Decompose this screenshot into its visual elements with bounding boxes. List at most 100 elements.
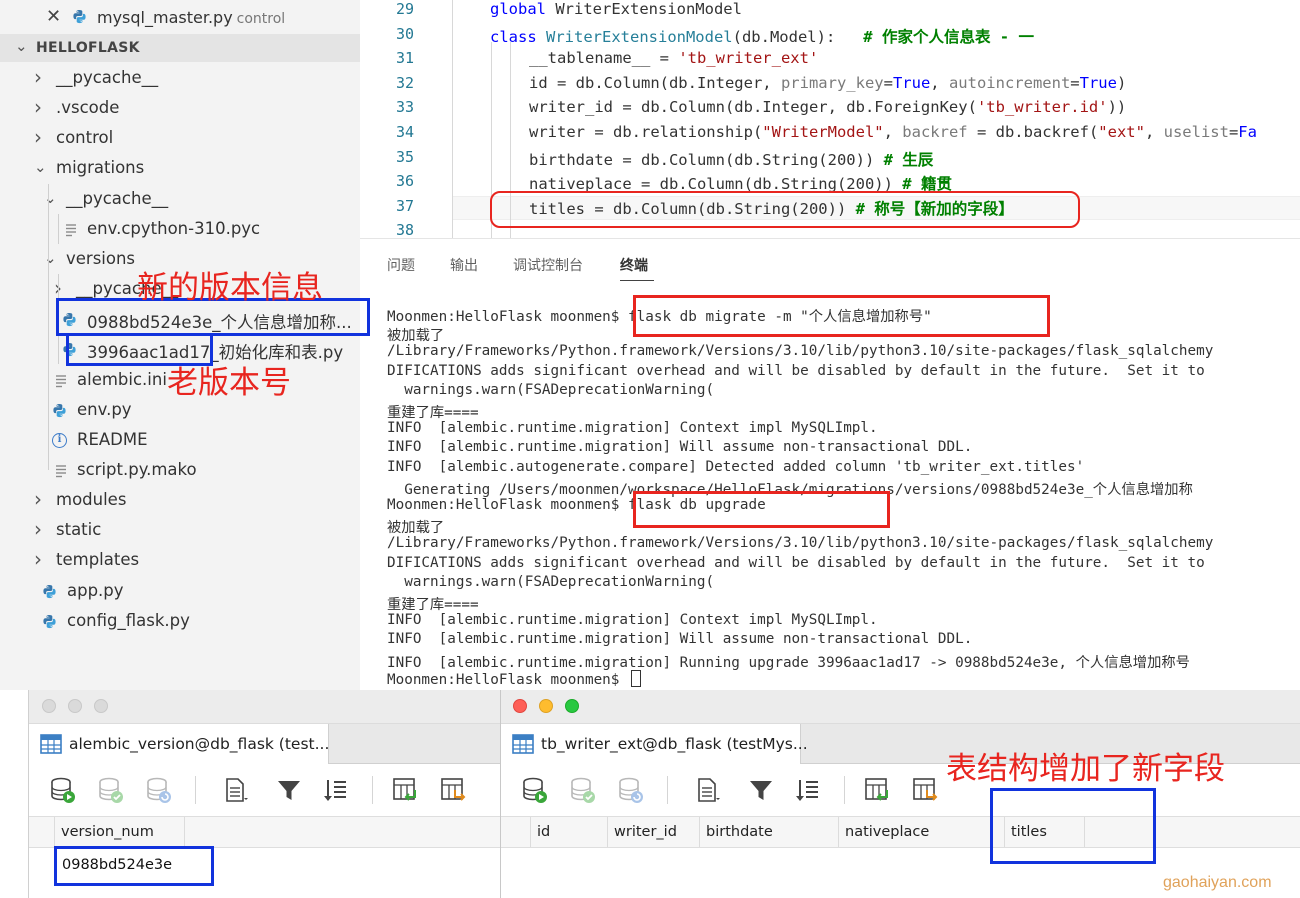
import-icon[interactable]: [391, 776, 419, 804]
tree-item-label: modules: [56, 490, 127, 510]
code-line[interactable]: 31 __tablename__ = 'tb_writer_ext': [360, 47, 1300, 72]
tree-item-label: alembic.ini: [77, 369, 167, 389]
tree-item-label: .vscode: [56, 98, 120, 118]
python-file-icon: [72, 9, 87, 24]
tab-alembic-version[interactable]: alembic_version@db_flask (test...: [29, 724, 329, 764]
code-text: __tablename__ = 'tb_writer_ext': [529, 49, 819, 68]
annotation-label-old-version: 老版本号: [167, 365, 291, 401]
tree-item[interactable]: ⌄ migrations: [0, 154, 360, 184]
close-window-button[interactable]: [513, 699, 527, 713]
column-header-id[interactable]: id: [530, 817, 608, 847]
tree-item-label: app.py: [67, 580, 124, 600]
tree-item[interactable]: config_flask.py: [0, 607, 360, 637]
chevron-down-icon: ⌄: [15, 37, 28, 55]
commit-icon[interactable]: [97, 776, 125, 804]
python-file-icon: [52, 403, 68, 419]
line-number: 38: [395, 221, 414, 238]
tab-debug-console[interactable]: 调试控制台: [513, 255, 583, 275]
refresh-icon[interactable]: [617, 776, 645, 804]
line-number: 30: [395, 24, 414, 43]
zoom-window-button[interactable]: [565, 699, 579, 713]
code-text: writer_id = db.Column(db.Integer, db.For…: [529, 98, 1127, 117]
run-query-icon[interactable]: [49, 776, 77, 804]
tree-item[interactable]: i README: [0, 426, 360, 456]
tree-item-label: script.py.mako: [77, 459, 197, 479]
column-header-nativeplace[interactable]: nativeplace: [839, 817, 1005, 847]
tree-item[interactable]: › .vscode: [0, 94, 360, 124]
annotation-label-new-field: 表结构增加了新字段: [946, 751, 1225, 787]
terminal-line: INFO [alembic.runtime.migration] Will as…: [387, 631, 973, 648]
chevron-right-icon: ›: [34, 547, 42, 572]
run-query-icon[interactable]: [521, 776, 549, 804]
python-file-icon: [42, 614, 58, 630]
close-icon[interactable]: ✕: [46, 6, 61, 27]
tree-item-label: __pycache__: [66, 188, 169, 208]
tree-item[interactable]: › templates: [0, 546, 360, 576]
terminal-line: DIFICATIONS adds significant overhead an…: [387, 554, 1205, 571]
code-line[interactable]: 33 writer_id = db.Column(db.Integer, db.F…: [360, 96, 1300, 121]
explorer-section-header[interactable]: ⌄ HELLOFLASK: [0, 34, 360, 62]
tab-problems[interactable]: 问题: [387, 255, 415, 275]
line-number: 33: [395, 98, 414, 117]
line-number: 32: [395, 73, 414, 92]
line-number: 34: [395, 123, 414, 141]
terminal-line: INFO [alembic.runtime.migration] Context…: [387, 612, 878, 629]
chevron-right-icon: ›: [34, 517, 42, 542]
export-icon[interactable]: [911, 776, 939, 804]
column-header-version-num[interactable]: version_num: [54, 817, 185, 847]
document-menu-icon[interactable]: [693, 776, 721, 804]
chevron-down-icon: ⌄: [44, 188, 57, 207]
file-icon: [55, 374, 71, 390]
column-header-writer-id[interactable]: writer_id: [608, 817, 700, 847]
tree-item[interactable]: › __pycache__: [0, 64, 360, 94]
tree-item[interactable]: app.py: [0, 577, 360, 607]
code-text: class WriterExtensionModel(db.Model): # …: [490, 27, 1034, 46]
terminal-line: INFO [alembic.runtime.migration] Context…: [387, 420, 878, 437]
annotation-new-field-code: [490, 191, 1080, 228]
tree-item[interactable]: script.py.mako: [0, 456, 360, 486]
tree-item[interactable]: › control: [0, 124, 360, 154]
zoom-window-button[interactable]: [94, 699, 108, 713]
column-header-birthdate[interactable]: birthdate: [700, 817, 839, 847]
tree-item-label: versions: [66, 248, 136, 268]
minimize-window-button[interactable]: [539, 699, 553, 713]
tree-item[interactable]: env.cpython-310.pyc: [0, 215, 360, 245]
commit-icon[interactable]: [569, 776, 597, 804]
import-icon[interactable]: [863, 776, 891, 804]
tree-item[interactable]: ⌄ __pycache__: [0, 185, 360, 215]
open-editor-label: mysql_master.py control: [97, 8, 286, 27]
watermark: gaohaiyan.com: [1163, 874, 1272, 891]
code-line[interactable]: 29 global WriterExtensionModel: [360, 0, 1300, 23]
tab-terminal[interactable]: 终端: [620, 255, 648, 275]
minimize-window-button[interactable]: [68, 699, 82, 713]
sort-icon[interactable]: [321, 776, 349, 804]
tree-item[interactable]: › modules: [0, 486, 360, 516]
table-grid-icon: [512, 734, 534, 754]
tab-title: alembic_version@db_flask (test...: [69, 735, 330, 753]
code-line[interactable]: 30 class WriterExtensionModel(db.Model): …: [360, 23, 1300, 48]
terminal-line: warnings.warn(FSADeprecationWarning(: [387, 573, 715, 590]
filter-icon[interactable]: [747, 776, 775, 804]
document-menu-icon[interactable]: [221, 776, 249, 804]
close-window-button[interactable]: [42, 699, 56, 713]
open-editor-item[interactable]: ✕ mysql_master.py control: [0, 0, 360, 34]
sort-icon[interactable]: [793, 776, 821, 804]
tree-item[interactable]: › static: [0, 516, 360, 546]
tree-item-label: migrations: [56, 158, 145, 178]
tree-item-label: env.cpython-310.pyc: [87, 218, 261, 238]
export-icon[interactable]: [439, 776, 467, 804]
filter-icon[interactable]: [275, 776, 303, 804]
python-file-icon: [42, 584, 58, 600]
tab-output[interactable]: 输出: [450, 255, 478, 275]
chevron-down-icon: ⌄: [44, 248, 57, 267]
tree-item-label: control: [56, 128, 114, 148]
refresh-icon[interactable]: [145, 776, 173, 804]
toolbar-separator: [844, 776, 845, 804]
code-line[interactable]: 32 id = db.Column(db.Integer, primary_key…: [360, 72, 1300, 97]
active-tab-underline: [620, 280, 654, 281]
tree-item-label: __pycache__: [56, 68, 159, 87]
code-line[interactable]: 35 birthdate = db.Column(db.String(200)) …: [360, 146, 1300, 171]
code-line[interactable]: 34 writer = db.relationship("WriterModel"…: [360, 121, 1300, 146]
chevron-right-icon: ›: [34, 487, 42, 512]
tab-tb-writer-ext[interactable]: tb_writer_ext@db_flask (testMys...: [501, 724, 808, 764]
